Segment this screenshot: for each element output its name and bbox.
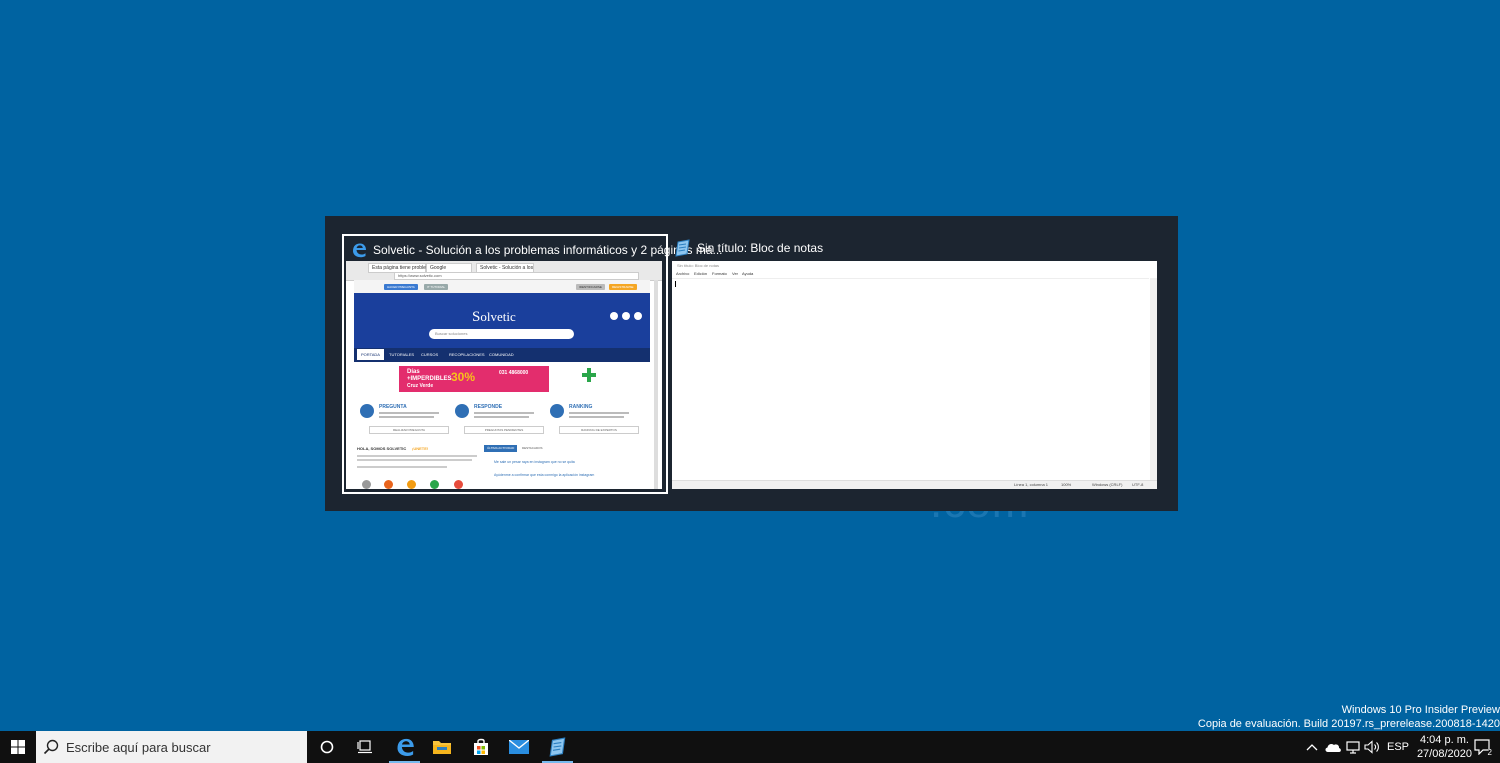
twitter-icon <box>622 312 630 320</box>
notepad-icon <box>549 737 565 757</box>
menu-item: Formato <box>712 271 727 276</box>
site-lower: HOLA, SOMOS SOLVETIC ¡UNETE! ÚLTIMA ACTI… <box>354 442 650 489</box>
clock-time: 4:04 p. m. <box>1420 734 1469 746</box>
site-nav: PORTADA TUTORIALES CURSOS RECOPILACIONES… <box>354 348 650 362</box>
taskbar: Escribe aquí para buscar ESP 4:04 p. m. … <box>0 731 1500 763</box>
search-icon <box>36 739 66 755</box>
language-button[interactable]: ESP <box>1387 731 1409 763</box>
window-title-edge: Solvetic - Solución a los problemas info… <box>350 240 723 260</box>
menu-item: Ayuda <box>742 271 754 276</box>
mail-icon <box>508 740 529 754</box>
taskbar-notepad[interactable] <box>538 731 577 763</box>
youtube-icon <box>634 312 642 320</box>
cross-icon <box>582 368 596 382</box>
taskbar-edge[interactable] <box>385 731 424 763</box>
site-button: HACER PREGUNTA <box>384 284 418 290</box>
taskbar-file-explorer[interactable] <box>422 731 461 763</box>
window-thumbnail-notepad: Sin título: Bloc de notas Archivo Edició… <box>672 261 1157 489</box>
taskbar-mail[interactable] <box>499 731 538 763</box>
menu-item: Archivo <box>676 271 690 276</box>
cortana-icon <box>320 740 333 754</box>
site-button: IDENTIFICARSE <box>576 284 605 290</box>
site-nav-item: TUTORIALES <box>389 352 415 357</box>
site-nav-item: CURSOS <box>421 352 439 357</box>
menu-item: Edición <box>694 271 708 276</box>
site-nav-item: RECOPILACIONES <box>449 352 485 357</box>
task-switcher: Solvetic - Solución a los problemas info… <box>325 216 1178 511</box>
browser-chrome: Esta página tiene problemas Google Solve… <box>346 261 662 281</box>
site-topbar: HACER PREGUNTA IT TUTORIAL IDENTIFICARSE… <box>354 280 650 293</box>
menu-item: Ver <box>732 271 739 276</box>
search-placeholder: Escribe aquí para buscar <box>66 739 211 755</box>
facebook-icon <box>610 312 618 320</box>
watermark-line: Copia de evaluación. Build 20197.rs_prer… <box>1197 718 1500 730</box>
site-search: Buscar soluciones <box>429 329 574 339</box>
start-button[interactable] <box>0 731 36 763</box>
chevron-up-icon <box>1306 744 1318 751</box>
notepad-text-area <box>672 278 1149 482</box>
window-thumbnail-edge: Esta página tiene problemas Google Solve… <box>346 261 662 489</box>
window-title-label: Sin título: Bloc de notas <box>697 241 824 255</box>
notepad-icon <box>674 239 692 257</box>
site-logo: Solvetic <box>472 309 516 325</box>
site-button: IT TUTORIAL <box>424 284 449 290</box>
address-bar: https://www.solvetic.com <box>394 272 639 280</box>
onedrive-icon <box>1325 743 1341 752</box>
onedrive-button[interactable] <box>1324 731 1342 763</box>
show-hidden-icons-button[interactable] <box>1306 731 1318 763</box>
edge-icon <box>350 241 368 259</box>
window-title-notepad: Sin título: Bloc de notas <box>674 238 823 258</box>
notification-count: 2 <box>1487 748 1492 757</box>
site-button: REGISTRARSE <box>609 284 637 290</box>
windows-version-watermark: Windows 10 Pro Insider Preview Copia de … <box>1198 703 1500 731</box>
notepad-menubar: Archivo Edición Formato Ver Ayuda <box>672 270 1157 278</box>
network-icon <box>1346 741 1360 754</box>
windows-logo-icon <box>11 740 25 754</box>
window-card-notepad[interactable]: Sin título: Bloc de notas Sin título: Bl… <box>668 234 1158 492</box>
site-nav-item: PORTADA <box>357 349 384 360</box>
window-card-edge[interactable]: Solvetic - Solución a los problemas info… <box>342 234 723 494</box>
notepad-titlebar: Sin título: Bloc de notas <box>672 261 1157 270</box>
taskbar-search[interactable]: Escribe aquí para buscar <box>36 731 307 763</box>
clock[interactable]: 4:04 p. m. 27/08/2020 <box>1417 733 1472 761</box>
network-button[interactable] <box>1346 731 1362 763</box>
website-page: HACER PREGUNTA IT TUTORIAL IDENTIFICARSE… <box>354 280 650 489</box>
file-explorer-icon <box>432 741 451 754</box>
action-center-button[interactable]: 2 <box>1474 731 1492 763</box>
scrollbar <box>654 280 658 489</box>
task-view-icon <box>356 740 372 754</box>
store-icon <box>473 738 488 755</box>
watermark-line: Windows 10 Pro Insider Preview <box>1341 704 1500 716</box>
volume-button[interactable] <box>1364 731 1380 763</box>
taskbar-store[interactable] <box>461 731 500 763</box>
volume-icon <box>1364 740 1379 754</box>
clock-date: 27/08/2020 <box>1416 748 1472 760</box>
edge-icon <box>397 738 414 756</box>
notepad-statusbar: Línea 1, columna 1 100% Windows (CRLF) U… <box>672 480 1157 489</box>
site-nav-item: COMUNIDAD <box>489 352 514 357</box>
task-view-button[interactable] <box>345 731 384 763</box>
ad-banner: Días +IMPERDIBLES Cruz Verde 30% 031 486… <box>399 366 549 392</box>
scrollbar <box>1150 278 1157 481</box>
cortana-button[interactable] <box>307 731 346 763</box>
site-hero: Solvetic Buscar soluciones <box>354 293 650 348</box>
